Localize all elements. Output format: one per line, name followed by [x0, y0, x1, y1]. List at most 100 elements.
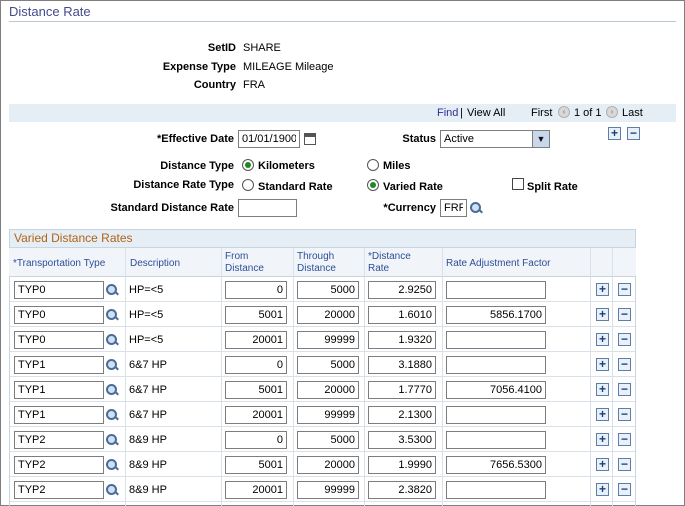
distance-rate-input[interactable]: [368, 431, 436, 449]
delete-row-button[interactable]: −: [618, 283, 631, 296]
distance-rate-input[interactable]: [368, 406, 436, 424]
transportation-type-lookup-icon[interactable]: [105, 458, 119, 472]
add-row-button[interactable]: +: [596, 433, 609, 446]
next-icon[interactable]: ›: [606, 106, 618, 118]
transportation-type-lookup-icon[interactable]: [105, 308, 119, 322]
find-link[interactable]: Find: [437, 107, 458, 119]
transportation-type-lookup-icon[interactable]: [105, 383, 119, 397]
transportation-type-lookup-icon[interactable]: [105, 283, 119, 297]
through-distance-input[interactable]: [297, 356, 359, 374]
rate-adjustment-factor-input[interactable]: [446, 456, 546, 474]
transportation-type-lookup-icon[interactable]: [105, 358, 119, 372]
delete-row-button[interactable]: −: [618, 333, 631, 346]
distance-rate-input[interactable]: [368, 306, 436, 324]
rate-adjustment-factor-input[interactable]: [446, 431, 546, 449]
currency-input[interactable]: [440, 199, 467, 217]
from-distance-input[interactable]: [225, 331, 287, 349]
add-row-button[interactable]: +: [596, 408, 609, 421]
through-distance-input[interactable]: [297, 381, 359, 399]
from-distance-input[interactable]: [225, 431, 287, 449]
rate-adjustment-factor-input[interactable]: [446, 481, 546, 499]
delete-row-button[interactable]: −: [618, 358, 631, 371]
through-distance-input[interactable]: [297, 406, 359, 424]
add-row-button[interactable]: +: [596, 333, 609, 346]
varied-rate-radio[interactable]: [367, 179, 379, 191]
delete-row-button[interactable]: −: [618, 408, 631, 421]
transportation-type-lookup-icon[interactable]: [105, 433, 119, 447]
distance-rate-input[interactable]: [368, 456, 436, 474]
transportation-type-input[interactable]: [14, 331, 104, 349]
rate-adjustment-factor-input[interactable]: [446, 406, 546, 424]
distance-rate-input[interactable]: [368, 331, 436, 349]
standard-rate-radio[interactable]: [242, 179, 254, 191]
through-distance-input[interactable]: [297, 456, 359, 474]
chevron-down-icon[interactable]: ▼: [532, 131, 549, 147]
add-row-button[interactable]: +: [596, 358, 609, 371]
distance-rate-input[interactable]: [368, 281, 436, 299]
transportation-type-input[interactable]: [14, 356, 104, 374]
rate-adjustment-factor-input[interactable]: [446, 306, 546, 324]
rate-adjustment-factor-input[interactable]: [446, 331, 546, 349]
through-distance-input[interactable]: [297, 431, 359, 449]
transportation-type-input[interactable]: [14, 381, 104, 399]
rate-adjustment-factor-input[interactable]: [446, 381, 546, 399]
from-distance-input[interactable]: [225, 481, 287, 499]
add-row-button[interactable]: +: [596, 483, 609, 496]
distance-rate-input[interactable]: [368, 381, 436, 399]
through-distance-input[interactable]: [297, 281, 359, 299]
transportation-type-lookup-icon[interactable]: [105, 408, 119, 422]
through-distance-input[interactable]: [297, 481, 359, 499]
through-distance-input[interactable]: [297, 331, 359, 349]
delete-row-button[interactable]: −: [618, 433, 631, 446]
delete-effective-row-button[interactable]: −: [627, 127, 640, 140]
add-row-button[interactable]: +: [596, 383, 609, 396]
transportation-type-lookup-icon[interactable]: [105, 483, 119, 497]
header-through-line1[interactable]: Through: [297, 251, 334, 262]
delete-row-button[interactable]: −: [618, 308, 631, 321]
header-description[interactable]: Description: [130, 258, 180, 269]
rate-adjustment-factor-input[interactable]: [446, 356, 546, 374]
add-effective-row-button[interactable]: +: [608, 127, 621, 140]
from-distance-input[interactable]: [225, 381, 287, 399]
transportation-type-input[interactable]: [14, 281, 104, 299]
header-distance-rate-line2[interactable]: Rate: [368, 263, 389, 274]
transportation-type-lookup-icon[interactable]: [105, 333, 119, 347]
from-distance-input[interactable]: [225, 306, 287, 324]
delete-row-button[interactable]: −: [618, 383, 631, 396]
standard-distance-rate-input[interactable]: [238, 199, 297, 217]
split-rate-checkbox[interactable]: [512, 178, 524, 190]
miles-radio[interactable]: [367, 159, 379, 171]
rate-adjustment-factor-input[interactable]: [446, 281, 546, 299]
description-text: HP=<5: [129, 284, 164, 296]
transportation-type-input[interactable]: [14, 431, 104, 449]
kilometers-radio[interactable]: [242, 159, 254, 171]
header-rate-adjustment-factor[interactable]: Rate Adjustment Factor: [446, 258, 551, 269]
view-all-link[interactable]: View All: [467, 107, 505, 119]
calendar-icon[interactable]: [304, 133, 316, 145]
from-distance-input[interactable]: [225, 281, 287, 299]
through-distance-input[interactable]: [297, 306, 359, 324]
header-through-line2[interactable]: Distance: [297, 263, 336, 274]
add-row-button[interactable]: +: [596, 283, 609, 296]
currency-lookup-icon[interactable]: [469, 201, 483, 215]
distance-rate-input[interactable]: [368, 481, 436, 499]
transportation-type-input[interactable]: [14, 406, 104, 424]
header-from-line2[interactable]: Distance: [225, 263, 264, 274]
transportation-type-input[interactable]: [14, 481, 104, 499]
status-select[interactable]: Active ▼: [440, 130, 550, 148]
effective-date-input[interactable]: [238, 130, 300, 148]
header-transportation-type[interactable]: *Transportation Type: [13, 258, 105, 269]
previous-icon[interactable]: ‹: [558, 106, 570, 118]
delete-row-button[interactable]: −: [618, 458, 631, 471]
transportation-type-input[interactable]: [14, 306, 104, 324]
from-distance-input[interactable]: [225, 406, 287, 424]
from-distance-input[interactable]: [225, 356, 287, 374]
from-distance-input[interactable]: [225, 456, 287, 474]
delete-row-button[interactable]: −: [618, 483, 631, 496]
header-from-line1[interactable]: From: [225, 251, 248, 262]
transportation-type-input[interactable]: [14, 456, 104, 474]
add-row-button[interactable]: +: [596, 308, 609, 321]
add-row-button[interactable]: +: [596, 458, 609, 471]
header-distance-rate-line1[interactable]: *Distance: [368, 251, 411, 262]
distance-rate-input[interactable]: [368, 356, 436, 374]
